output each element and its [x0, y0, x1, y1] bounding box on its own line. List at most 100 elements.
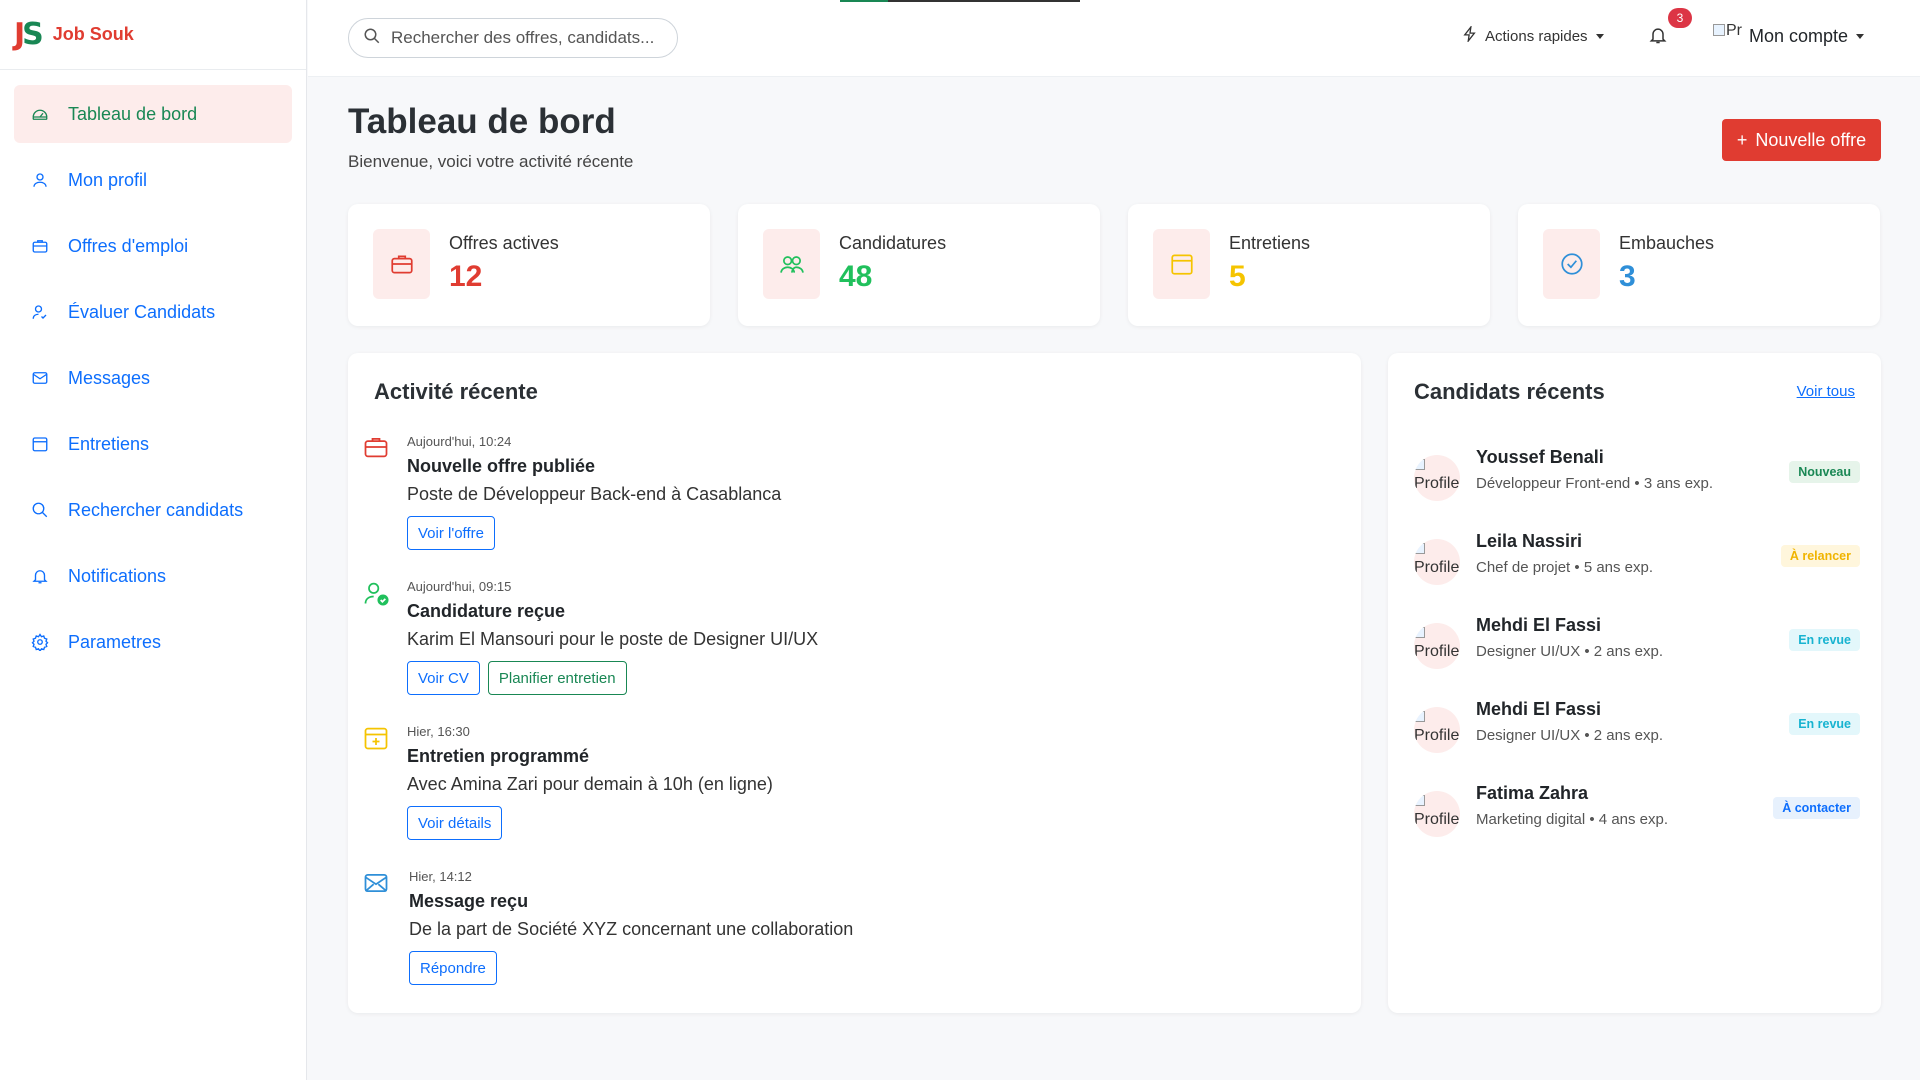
stat-card-applications: Candidatures 48 [738, 204, 1100, 326]
candidate-name: Leila Nassiri [1476, 531, 1583, 551]
activity-title: Message reçu [409, 891, 529, 911]
plus-icon: + [1736, 129, 1748, 150]
candidate-row[interactable]: Profile Mehdi El Fassi Designer UI/UX • … [1414, 699, 1860, 759]
calendar-plus-icon [362, 724, 390, 752]
users-icon [763, 229, 820, 299]
page-subtitle: Bienvenue, voici votre activité récente [348, 152, 634, 171]
broken-image-icon [1414, 543, 1425, 554]
sidebar-item-jobs[interactable]: Offres d'emploi [14, 217, 292, 275]
activity-actions: Voir l'offre [407, 516, 495, 550]
envelope-icon [30, 368, 50, 388]
activity-title: Candidature reçue [407, 601, 566, 621]
status-badge: À relancer [1780, 545, 1860, 567]
sidebar-item-interviews[interactable]: Entretiens [14, 415, 292, 473]
candidate-row[interactable]: Profile Mehdi El Fassi Designer UI/UX • … [1414, 615, 1860, 675]
sidebar-item-label: Mon profil [68, 169, 148, 190]
activity-description: Avec Amina Zari pour demain à 10h (en li… [407, 774, 773, 794]
notification-bell[interactable] [1648, 24, 1672, 48]
sidebar-item-profile[interactable]: Mon profil [14, 151, 292, 209]
broken-image-icon [1713, 24, 1725, 36]
activity-description: Karim El Mansouri pour le poste de Desig… [407, 629, 819, 649]
notification-count-badge: 3 [1668, 8, 1692, 28]
see-all-link[interactable]: Voir tous [1797, 383, 1855, 400]
calendar-icon [1153, 229, 1210, 299]
view-cv-button[interactable]: Voir CV [407, 661, 480, 695]
activity-title: Nouvelle offre publiée [407, 456, 596, 476]
activity-description: Poste de Développeur Back-end à Casablan… [407, 484, 782, 504]
chevron-down-icon [1595, 33, 1604, 39]
view-offer-button[interactable]: Voir l'offre [407, 516, 495, 550]
envelope-icon [362, 869, 390, 897]
avatar: Pr [1713, 22, 1749, 50]
bell-icon [1648, 28, 1668, 50]
recent-activity-card: Activité récente Aujourd'hui, 10:24 Nouv… [348, 353, 1361, 1013]
status-badge: Nouveau [1789, 461, 1860, 483]
sidebar-item-label: Parametres [68, 631, 162, 652]
sidebar-item-search-candidates[interactable]: Rechercher candidats [14, 481, 292, 539]
sidebar-item-label: Offres d'emploi [68, 235, 189, 256]
candidate-meta: Marketing digital • 4 ans exp. [1476, 811, 1669, 828]
candidate-row[interactable]: Profile Fatima Zahra Marketing digital •… [1414, 783, 1860, 843]
account-label: Mon compte [1749, 25, 1849, 46]
check-circle-icon [1543, 229, 1600, 299]
sidebar-item-notifications[interactable]: Notifications [14, 547, 292, 605]
stat-card-hires: Embauches 3 [1518, 204, 1880, 326]
activity-time: Aujourd'hui, 09:15 [407, 579, 512, 594]
reply-button[interactable]: Répondre [409, 951, 497, 985]
broken-image-icon [1414, 459, 1425, 470]
stat-value: 48 [839, 260, 873, 293]
search-icon [30, 500, 50, 520]
stat-label: Offres actives [449, 233, 559, 253]
stat-value: 12 [449, 260, 483, 293]
activity-title: Entretien programmé [407, 746, 590, 766]
recent-candidates-card: Candidats récents Voir tous Profile Yous… [1388, 353, 1881, 1013]
sidebar: JS Job Souk Tableau de bord Mon profil O… [0, 0, 307, 1080]
schedule-interview-button[interactable]: Planifier entretien [487, 661, 627, 695]
status-badge: En revue [1789, 713, 1860, 735]
search-icon [363, 27, 381, 50]
loading-bar [840, 0, 1080, 2]
activity-time: Aujourd'hui, 10:24 [407, 434, 512, 449]
brand-logo: JS [14, 16, 44, 52]
page-title: Tableau de bord [348, 102, 616, 141]
candidate-row[interactable]: Profile Leila Nassiri Chef de projet • 5… [1414, 531, 1860, 591]
candidate-meta: Designer UI/UX • 2 ans exp. [1476, 727, 1664, 744]
candidate-name: Youssef Benali [1476, 447, 1604, 467]
new-offer-button[interactable]: + Nouvelle offre [1722, 119, 1881, 161]
activity-time: Hier, 14:12 [409, 869, 472, 884]
view-details-button[interactable]: Voir détails [407, 806, 503, 840]
topbar: Actions rapides 3 Pr Mon compte [308, 0, 1920, 77]
sidebar-item-label: Tableau de bord [68, 103, 198, 124]
activity-description: De la part de Société XYZ concernant une… [409, 919, 854, 939]
search-input[interactable] [391, 28, 661, 48]
sidebar-item-evaluate[interactable]: Évaluer Candidats [14, 283, 292, 341]
stat-value: 5 [1229, 260, 1246, 293]
lightning-icon [1463, 24, 1485, 46]
sidebar-item-label: Messages [68, 367, 151, 388]
stat-label: Candidatures [839, 233, 947, 253]
candidate-row[interactable]: Profile Youssef Benali Développeur Front… [1414, 447, 1860, 507]
gauge-icon [30, 104, 50, 124]
activity-time: Hier, 16:30 [407, 724, 470, 739]
briefcase-icon [373, 229, 430, 299]
sidebar-nav: Tableau de bord Mon profil Offres d'empl… [0, 70, 306, 694]
status-badge: En revue [1789, 629, 1860, 651]
sidebar-item-label: Évaluer Candidats [68, 301, 216, 322]
sidebar-item-messages[interactable]: Messages [14, 349, 292, 407]
avatar: Profile [1414, 791, 1460, 837]
briefcase-icon [30, 236, 50, 256]
search-box[interactable] [348, 18, 678, 58]
broken-image-icon [1414, 711, 1425, 722]
activity-actions: Voir CV Planifier entretien [407, 661, 627, 695]
quick-actions-dropdown[interactable]: Actions rapides [1463, 24, 1604, 46]
sidebar-item-settings[interactable]: Parametres [14, 613, 292, 671]
broken-image-icon [1414, 795, 1425, 806]
briefcase-icon [362, 433, 390, 461]
stat-label: Embauches [1619, 233, 1715, 253]
account-dropdown[interactable]: Pr Mon compte [1713, 22, 1865, 50]
avatar: Profile [1414, 455, 1460, 501]
brand[interactable]: JS Job Souk [0, 0, 306, 70]
avatar: Profile [1414, 539, 1460, 585]
activity-actions: Répondre [409, 951, 497, 985]
sidebar-item-dashboard[interactable]: Tableau de bord [14, 85, 292, 143]
